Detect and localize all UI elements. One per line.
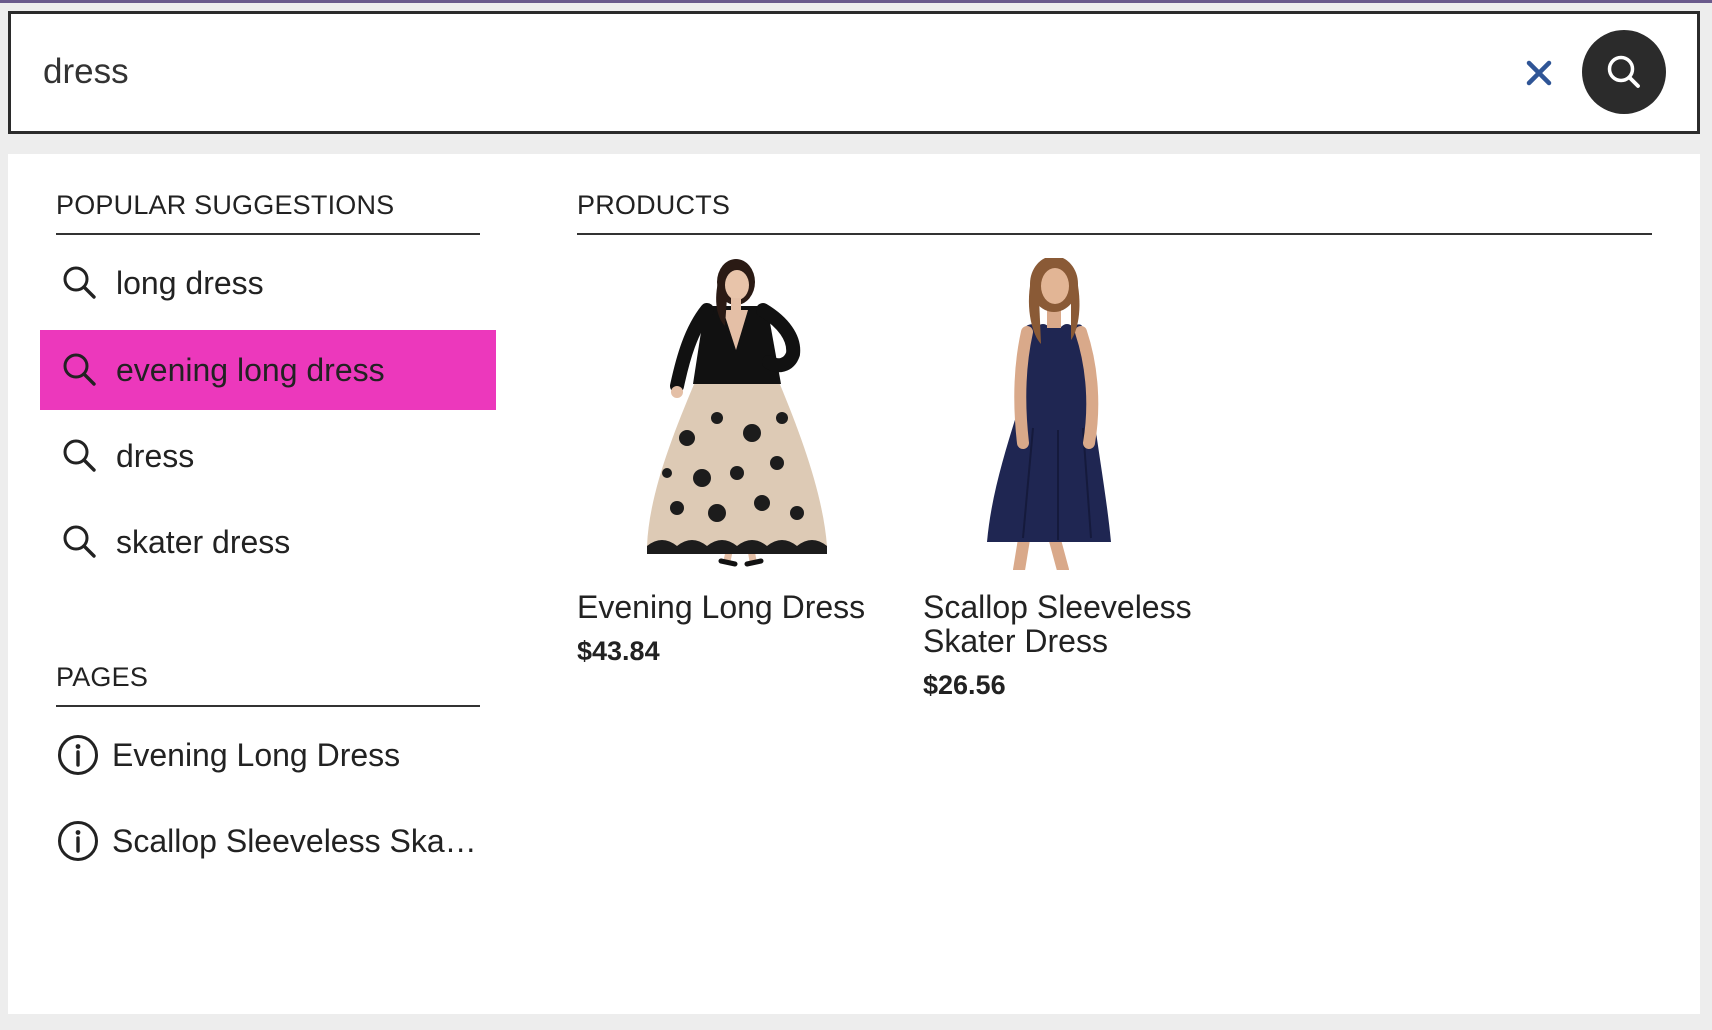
info-icon bbox=[56, 819, 100, 863]
page-label: Evening Long Dress bbox=[112, 736, 401, 773]
products-divider bbox=[577, 233, 1652, 235]
product-image[interactable] bbox=[923, 258, 1243, 570]
suggestion-item[interactable]: dress bbox=[40, 416, 496, 496]
suggestion-item[interactable]: skater dress bbox=[40, 502, 496, 582]
info-icon bbox=[56, 733, 100, 777]
suggestion-label: evening long dress bbox=[116, 351, 385, 388]
search-button[interactable] bbox=[1582, 30, 1666, 114]
search-input[interactable] bbox=[43, 44, 1493, 100]
product-price: $26.56 bbox=[923, 670, 1006, 700]
search-icon bbox=[60, 522, 100, 562]
search-icon bbox=[60, 350, 100, 390]
pages-divider bbox=[56, 705, 480, 707]
search-icon bbox=[60, 436, 100, 476]
product-card[interactable]: Evening Long Dress $43.84 bbox=[577, 258, 897, 667]
suggestion-label: skater dress bbox=[116, 523, 291, 560]
top-accent-bar bbox=[0, 0, 1712, 3]
page-item[interactable]: Evening Long Dress bbox=[56, 715, 496, 795]
search-bar bbox=[8, 11, 1700, 134]
search-icon bbox=[1607, 55, 1640, 88]
pages-title: PAGES bbox=[56, 662, 149, 692]
suggestion-label: long dress bbox=[116, 264, 264, 301]
product-name[interactable]: Evening Long Dress bbox=[577, 590, 877, 624]
suggestion-item-active[interactable]: evening long dress bbox=[40, 330, 496, 410]
product-card[interactable]: Scallop Sleeveless Skater Dress $26.56 bbox=[923, 258, 1243, 701]
close-icon bbox=[1526, 60, 1552, 86]
evening-dress-illustration bbox=[647, 259, 827, 567]
suggestions-title: POPULAR SUGGESTIONS bbox=[56, 190, 395, 220]
page-label: Scallop Sleeveless Ska… bbox=[112, 822, 477, 859]
left-column: POPULAR SUGGESTIONS long dress evening l… bbox=[8, 154, 508, 1014]
search-icon bbox=[60, 263, 100, 303]
product-name[interactable]: Scallop Sleeveless Skater Dress bbox=[923, 590, 1223, 658]
products-title: PRODUCTS bbox=[577, 190, 731, 220]
product-price: $43.84 bbox=[577, 636, 660, 666]
clear-search-button[interactable] bbox=[1522, 56, 1556, 90]
product-image[interactable] bbox=[577, 258, 897, 570]
suggestion-item[interactable]: long dress bbox=[40, 243, 496, 323]
page-item[interactable]: Scallop Sleeveless Ska… bbox=[56, 801, 496, 881]
search-dropdown: POPULAR SUGGESTIONS long dress evening l… bbox=[8, 154, 1700, 1014]
skater-dress-illustration bbox=[987, 258, 1111, 570]
suggestions-divider bbox=[56, 233, 480, 235]
suggestion-label: dress bbox=[116, 437, 195, 474]
